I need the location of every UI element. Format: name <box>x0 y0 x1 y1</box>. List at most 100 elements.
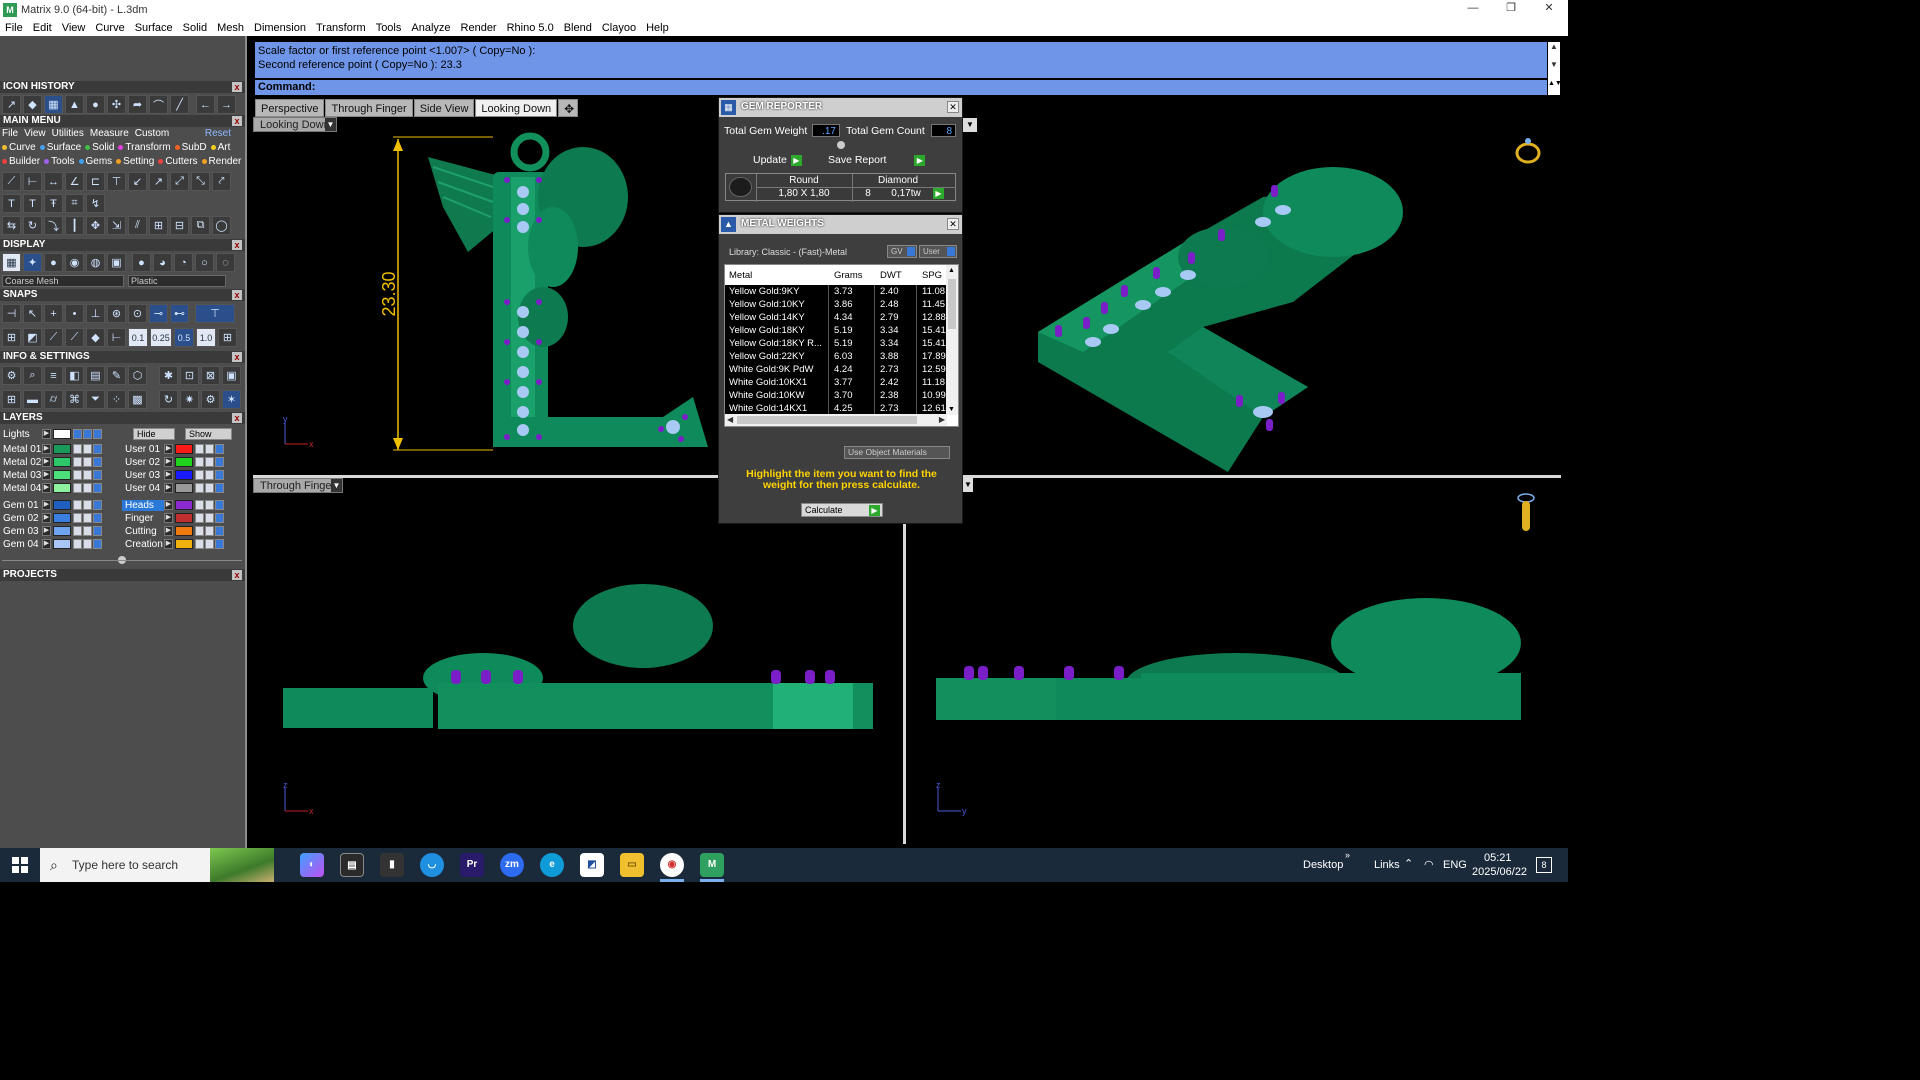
layer-name[interactable]: Cutting <box>122 526 164 537</box>
history-forward-icon[interactable]: → <box>217 95 236 114</box>
layer-visible-icon[interactable] <box>215 470 224 480</box>
scroll-down-icon[interactable]: ▼ <box>948 406 955 413</box>
sphere-tool-icon[interactable]: ● <box>86 95 105 114</box>
scroll-up-icon[interactable]: ▲ <box>948 267 955 274</box>
document-icon[interactable]: ▤ <box>86 366 105 385</box>
play-icon[interactable]: ▶ <box>933 188 944 199</box>
snap-value-2[interactable]: 0.5 <box>174 328 194 347</box>
layer-visible-icon[interactable] <box>215 526 224 536</box>
main-menu-utilities[interactable]: Utilities <box>52 128 84 139</box>
layer-toggle-icon[interactable] <box>73 470 82 480</box>
sphere-pearl-icon[interactable]: ◌ <box>216 253 235 272</box>
viewport-mode-select[interactable]: Looking Down ▼ <box>253 117 337 132</box>
metal-row[interactable]: Yellow Gold:18KY R... 5.19 3.34 15.41 <box>725 337 947 350</box>
command-spinner[interactable]: ▲▼ <box>1548 80 1562 95</box>
menu-analyze[interactable]: Analyze <box>411 22 450 34</box>
metal-table[interactable]: Metal Grams DWT SPG Yellow Gold:9KY 3.73 2… <box>724 264 959 427</box>
menu-help[interactable]: Help <box>646 22 669 34</box>
layer-name[interactable]: User 01 <box>122 444 164 455</box>
layer-row[interactable]: User 01 ▶ <box>122 443 225 455</box>
snap-knot-icon[interactable]: ⊷ <box>170 304 189 323</box>
edge-icon[interactable]: e <box>540 853 564 877</box>
layer-lock-icon[interactable] <box>83 483 92 493</box>
layer-color-swatch[interactable] <box>175 457 193 467</box>
layer-row[interactable]: Cutting ▶ <box>122 525 225 537</box>
expand-arrow-icon[interactable]: ▶ <box>164 539 173 549</box>
line-icon[interactable]: ⟋ <box>2 172 21 191</box>
snap-near-icon[interactable]: ↖ <box>23 304 42 323</box>
expand-arrow-icon[interactable]: ▶ <box>42 457 51 467</box>
shear-icon[interactable]: ⫽ <box>128 216 147 235</box>
block-icon[interactable]: ▣ <box>222 366 241 385</box>
layer-row[interactable]: Heads ▶ <box>122 499 225 511</box>
close-icon[interactable]: x <box>232 82 242 92</box>
layer-toggle-icon[interactable] <box>195 513 204 523</box>
file-explorer-icon[interactable]: ▭ <box>620 853 644 877</box>
expand-arrow-icon[interactable]: ▶ <box>42 429 51 439</box>
scatter-icon[interactable]: ⁘ <box>107 390 126 409</box>
layer-lock-icon[interactable] <box>83 470 92 480</box>
layer-lock-icon[interactable] <box>83 444 92 454</box>
menu-surface[interactable]: Surface <box>135 22 173 34</box>
close-icon[interactable]: ✕ <box>947 218 959 230</box>
close-icon[interactable]: ✕ <box>947 101 959 113</box>
layer-lock-icon[interactable] <box>205 526 214 536</box>
layer-name[interactable]: Metal 01 <box>0 444 42 455</box>
viewport-mode-select[interactable]: Through Finger ▼ <box>253 478 343 493</box>
main-menu-custom[interactable]: Custom <box>135 128 169 139</box>
layer-color-swatch[interactable] <box>175 526 193 536</box>
metal-row[interactable]: Yellow Gold:22KY 6.03 3.88 17.89 <box>725 350 947 363</box>
main-menu-view[interactable]: View <box>24 128 46 139</box>
layer-row[interactable]: Finger ▶ <box>122 512 225 524</box>
gv-toggle[interactable]: GV <box>887 245 917 258</box>
zoom-icon[interactable]: zm <box>500 853 524 877</box>
layer-visible-icon[interactable] <box>93 500 102 510</box>
layer-color-swatch[interactable] <box>53 526 71 536</box>
user-toggle[interactable]: User <box>919 245 957 258</box>
chevron-up-icon[interactable]: ⌃ <box>1404 857 1413 870</box>
layer-name[interactable]: User 03 <box>122 470 164 481</box>
expand-arrow-icon[interactable]: ▶ <box>164 457 173 467</box>
expand-arrow-icon[interactable]: ▶ <box>42 526 51 536</box>
wireframe-icon[interactable]: ▦ <box>2 253 21 272</box>
layer-name[interactable]: Metal 03 <box>0 470 42 481</box>
gem-tool-icon[interactable]: ◆ <box>23 95 42 114</box>
layer-toggle-icon[interactable] <box>73 513 82 523</box>
measure-icon[interactable]: ↔ <box>44 172 63 191</box>
clock-date[interactable]: 2025/06/22 <box>1472 866 1527 878</box>
menu-render[interactable]: Render <box>461 22 497 34</box>
update-button[interactable]: Update ▶ <box>753 154 802 166</box>
menu-mesh[interactable]: Mesh <box>217 22 244 34</box>
tab-side-view[interactable]: Side View <box>413 99 475 117</box>
line-tool-icon[interactable]: ╱ <box>170 95 189 114</box>
lights-swatch[interactable] <box>53 429 71 439</box>
layer-color-swatch[interactable] <box>175 539 193 549</box>
expand-arrow-icon[interactable]: ▶ <box>164 513 173 523</box>
gem-list[interactable]: Round 1,80 X 1,80 Diamond 8 0,17tw ▶ <box>725 173 956 202</box>
layer-color-swatch[interactable] <box>175 444 193 454</box>
angle-icon[interactable]: ∠ <box>65 172 84 191</box>
twist-icon[interactable]: ⧉ <box>191 216 210 235</box>
circle-array-icon[interactable]: ◯ <box>212 216 231 235</box>
viewport-looking-down[interactable]: 23.30 y x Looking Down ▼ <box>253 117 718 475</box>
layer-color-swatch[interactable] <box>53 483 71 493</box>
layer-name[interactable]: Heads <box>122 499 164 511</box>
layer-color-swatch[interactable] <box>53 470 71 480</box>
menu-rhino[interactable]: Rhino 5.0 <box>507 22 554 34</box>
snap-quad-icon[interactable]: ⊸ <box>149 304 168 323</box>
add-tab-icon[interactable]: ✥ <box>558 99 579 117</box>
minimize-button[interactable]: — <box>1454 0 1492 19</box>
gem-divider-handle[interactable] <box>837 141 845 149</box>
shaded-icon[interactable]: ✦ <box>23 253 42 272</box>
builder-item-tools[interactable]: Tools <box>44 156 75 167</box>
metal-row[interactable]: Yellow Gold:18KY 5.19 3.34 15.41 <box>725 324 947 337</box>
layer-visible-icon[interactable] <box>93 429 102 439</box>
tab-perspective[interactable]: Perspective <box>255 99 325 117</box>
text-icon[interactable]: T <box>2 194 21 213</box>
layer-name[interactable]: Finger <box>122 513 164 524</box>
rendered-icon[interactable]: ● <box>44 253 63 272</box>
gear-icon[interactable]: ⚙ <box>201 390 220 409</box>
snap-end-icon[interactable]: ⊣ <box>2 304 21 323</box>
menu-curve[interactable]: Curve <box>95 22 124 34</box>
text-bold-icon[interactable]: T <box>23 194 42 213</box>
